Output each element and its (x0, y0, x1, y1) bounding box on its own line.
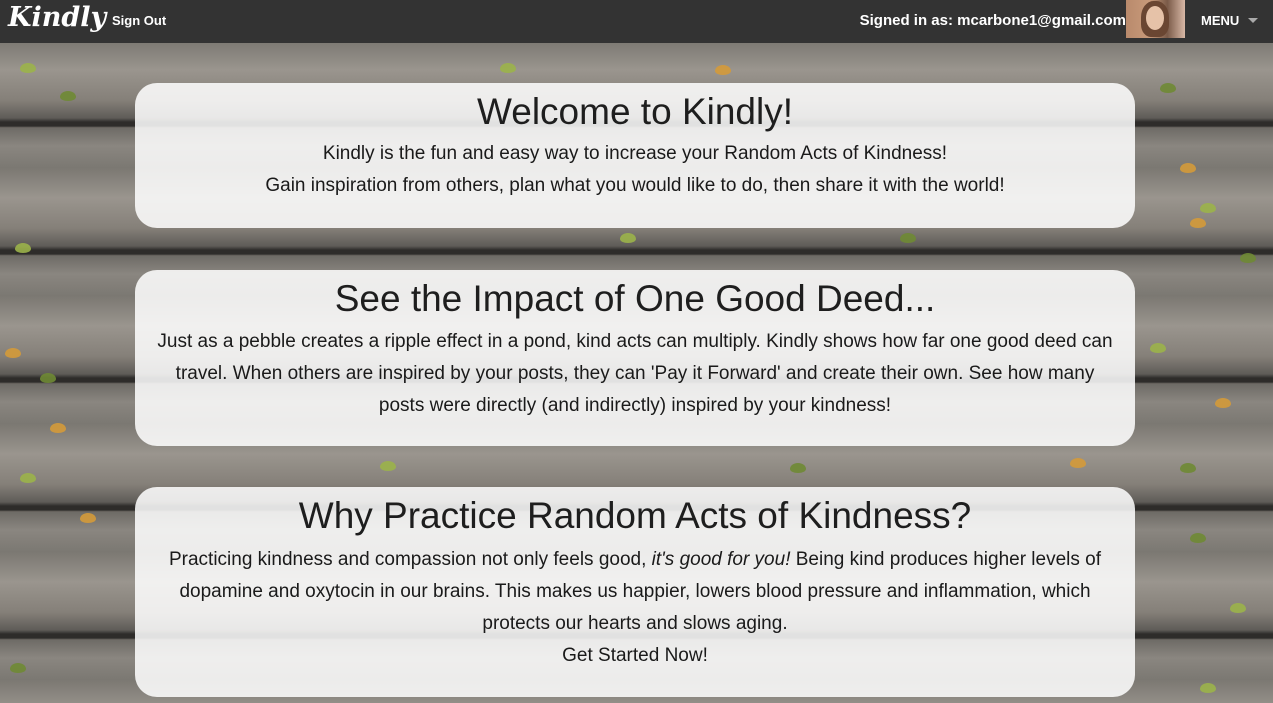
impact-title: See the Impact of One Good Deed... (334, 278, 936, 319)
top-navigation-bar: Kindly Sign Out Signed in as: mcarbone1@… (0, 0, 1273, 43)
impact-card: See the Impact of One Good Deed... Just … (135, 270, 1135, 446)
why-kindness-emphasis: it's good for you! (651, 549, 791, 570)
why-kindness-text-start: Practicing kindness and compassion not o… (168, 549, 652, 570)
chevron-down-icon[interactable] (1248, 18, 1258, 23)
signed-in-label: Signed in as: mcarbone1@gmail.com (859, 12, 1126, 29)
avatar-face (1146, 6, 1164, 30)
why-kindness-card: Why Practice Random Acts of Kindness? Pr… (135, 487, 1135, 697)
welcome-card: Welcome to Kindly! Kindly is the fun and… (135, 83, 1135, 228)
why-kindness-text: Practicing kindness and compassion not o… (135, 544, 1135, 672)
welcome-line-1: Kindly is the fun and easy way to increa… (322, 143, 948, 164)
get-started-link[interactable]: Get Started Now! (562, 640, 708, 672)
kindly-logo[interactable]: Kindly (8, 2, 106, 33)
welcome-line-2: Gain inspiration from others, plan what … (265, 175, 1005, 196)
menu-button[interactable]: MENU (1201, 13, 1239, 28)
impact-text: Just as a pebble creates a ripple effect… (157, 331, 1113, 416)
why-kindness-title: Why Practice Random Acts of Kindness? (298, 495, 972, 536)
welcome-text: Kindly is the fun and easy way to increa… (135, 138, 1135, 202)
user-avatar[interactable] (1126, 0, 1185, 38)
welcome-title: Welcome to Kindly! (477, 91, 793, 132)
sign-out-link[interactable]: Sign Out (112, 13, 166, 28)
